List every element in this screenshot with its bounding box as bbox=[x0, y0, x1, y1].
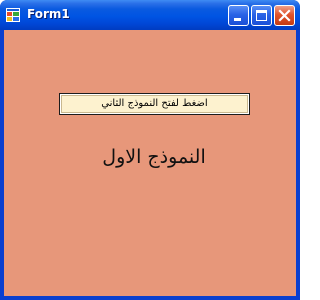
app-window: Form1 اضغط لفتح النموذج الثاني النموذج ا… bbox=[0, 0, 300, 300]
minimize-button[interactable] bbox=[228, 5, 249, 26]
window-bottom-border bbox=[0, 296, 300, 300]
open-second-form-button[interactable]: اضغط لفتح النموذج الثاني bbox=[59, 93, 250, 115]
form-title-label: النموذج الاول bbox=[102, 146, 206, 168]
maximize-icon bbox=[256, 10, 267, 21]
form-client-area: اضغط لفتح النموذج الثاني النموذج الاول bbox=[4, 30, 296, 296]
close-button[interactable] bbox=[274, 5, 295, 26]
minimize-icon bbox=[234, 18, 241, 21]
app-icon[interactable] bbox=[6, 8, 20, 22]
maximize-button[interactable] bbox=[251, 5, 272, 26]
title-bar[interactable]: Form1 bbox=[0, 0, 300, 30]
window-title: Form1 bbox=[27, 7, 70, 21]
close-icon bbox=[278, 9, 291, 22]
